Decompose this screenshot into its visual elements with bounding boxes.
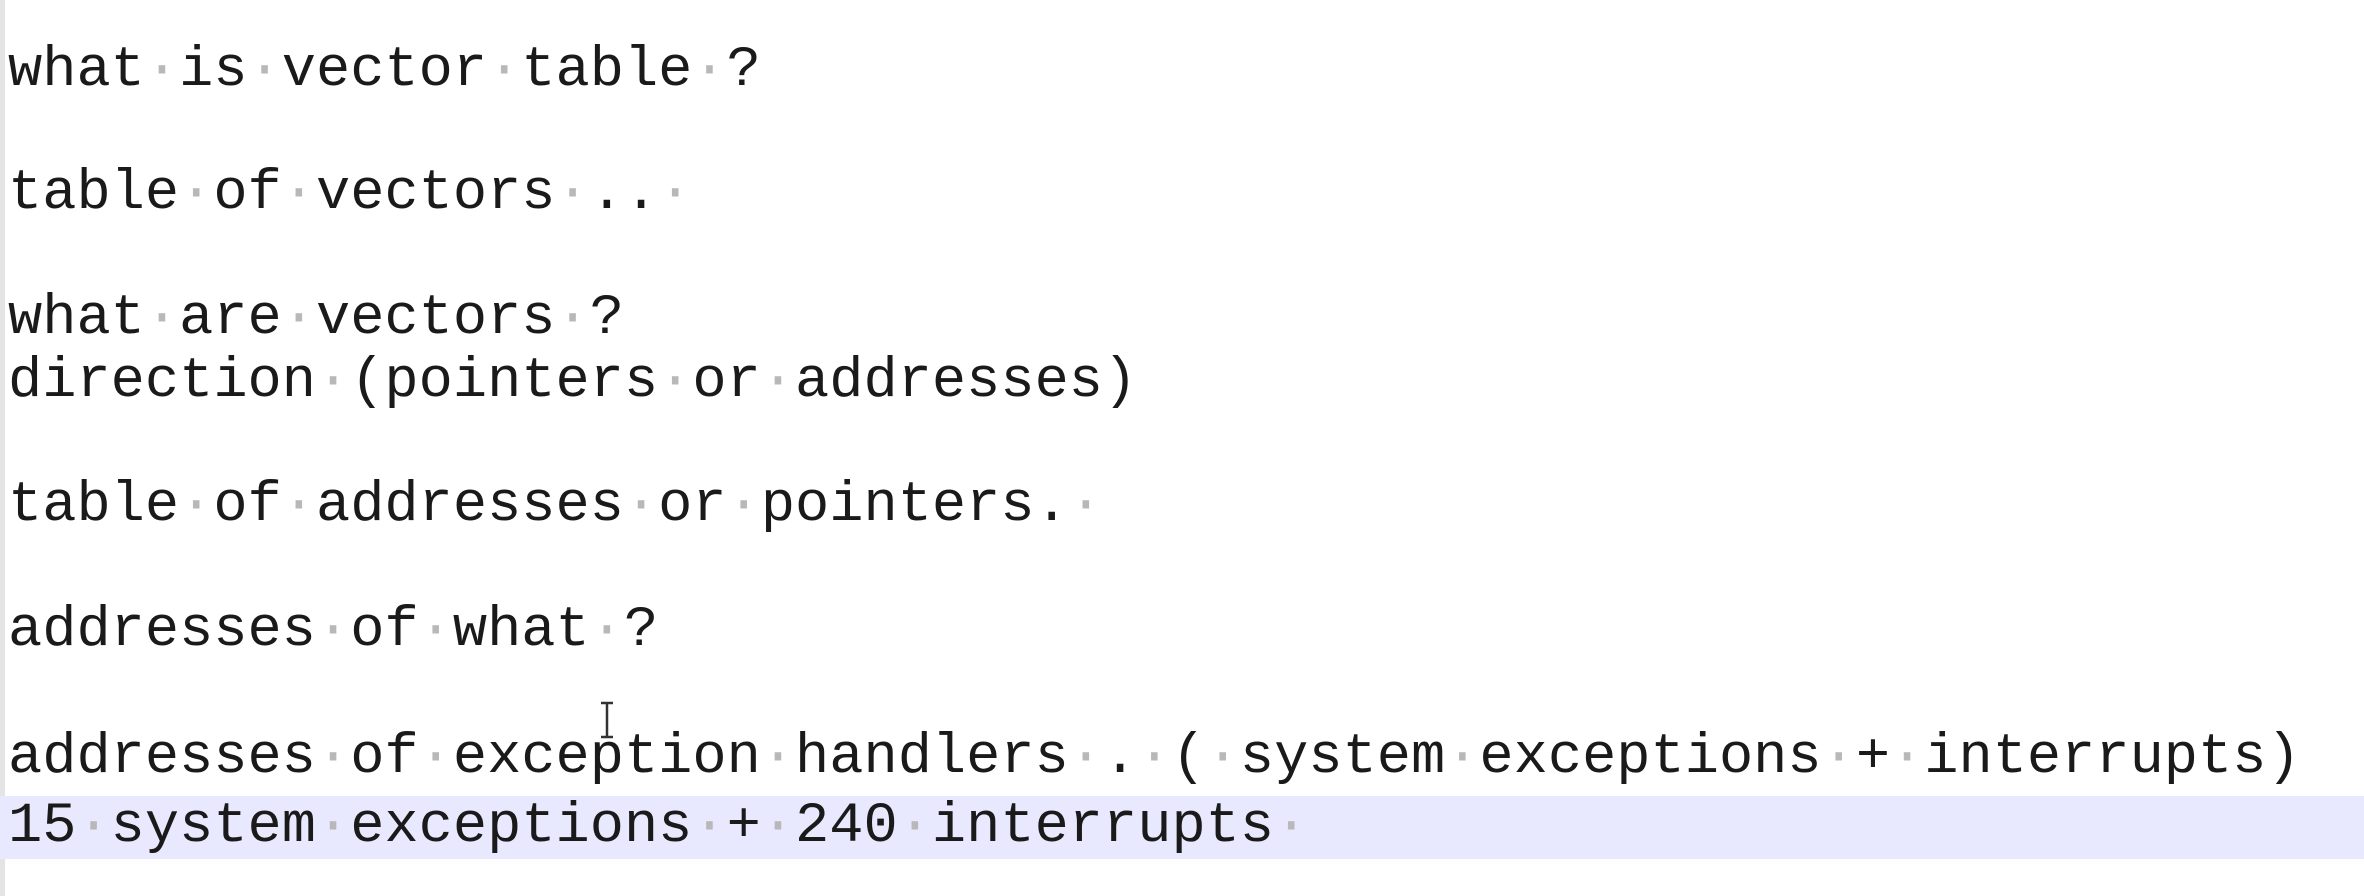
- text-editor[interactable]: what·is·vector·table·? table·of·vectors·…: [0, 0, 2364, 896]
- editor-line-7[interactable]: addresses·of·exception·handlers·.·(·syst…: [8, 727, 2301, 790]
- editor-line-8[interactable]: 15·system·exceptions·+·240·interrupts·: [8, 796, 1308, 859]
- editor-line-6[interactable]: addresses·of·what·?: [8, 600, 658, 663]
- editor-left-margin: [0, 0, 5, 896]
- editor-line-3[interactable]: what·are·vectors·?: [8, 288, 624, 351]
- editor-line-5[interactable]: table·of·addresses·or·pointers.·: [8, 475, 1103, 538]
- editor-line-2[interactable]: table·of·vectors·..·: [8, 163, 692, 226]
- editor-line-4[interactable]: direction·(pointers·or·addresses): [8, 351, 1137, 414]
- editor-line-1[interactable]: what·is·vector·table·?: [8, 40, 761, 103]
- text-cursor-ibeam-icon: [601, 701, 613, 739]
